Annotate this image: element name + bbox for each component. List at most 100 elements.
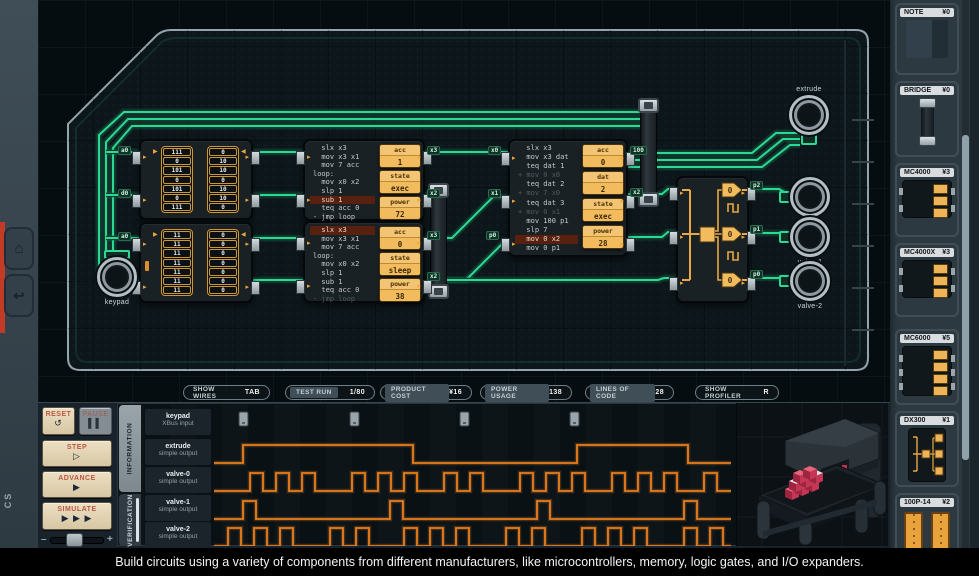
undo-button[interactable]: ↩ [4,274,34,317]
svg-text:0: 0 [728,276,733,285]
signal-type: XBus input [145,420,211,427]
pin-label: x2 [427,272,440,281]
valve-0-port [790,177,830,217]
signal-label-valve-0: valve-0simple output [145,467,211,493]
simulate-button[interactable]: SIMULATE▶ ▶ ▶ [42,502,112,530]
register-value: sleep [380,264,420,276]
status-pill-show-profiler[interactable]: SHOW PROFILERR [695,385,779,400]
mc4000-chip-1[interactable]: ▸▸▸▸ slx x3 mov x3 x1 mov 7 accloop: mov… [303,139,425,221]
pin-label: x2 [427,189,440,198]
code-line: teq dat 3 [515,199,578,208]
speed-slider-thumb[interactable] [66,533,83,547]
rom-chip-2[interactable]: ▸▸▸▸11111111111111▶0000000◀ [139,222,253,303]
status-pill-test-run[interactable]: TEST RUN1/80 [285,385,375,400]
code-listing[interactable]: slx x3 mov x3 x1 mov 7 accloop: mov x0 x… [310,226,375,303]
pin-arrow-icon: ▸ [417,280,421,294]
part-card-dx300[interactable]: DX300¥1 [895,411,959,487]
status-pill-label: POWER USAGE [485,384,549,402]
status-pill-show-wires[interactable]: SHOW WIRESTAB [183,385,270,400]
svg-text:0: 0 [728,186,733,195]
pin-arrow-icon: ▸ [245,151,249,165]
rom-column[interactable]: 01010010100 [207,146,239,213]
code-line: mov 0 p1 [515,244,578,253]
dx300-chip[interactable]: 0 0 0 ▸▸▸▸▸▸ [676,176,749,303]
part-card-header: MC6000¥5 [900,334,954,343]
pin-arrow-icon: ▸ [143,194,147,208]
status-pill-product-cost[interactable]: PRODUCT COST¥16 [380,385,472,400]
part-card-bridge[interactable]: BRIDGE¥0 [895,81,959,157]
reset-button[interactable]: RESET↺ [42,407,75,435]
home-button[interactable]: ⌂ [4,227,34,270]
register-name: power [380,279,420,290]
part-card-mc4000[interactable]: MC4000¥3 [895,163,959,237]
part-card-header: NOTE¥0 [900,8,954,17]
pin-arrow-icon: ▸ [307,280,311,294]
note-preview [906,20,948,58]
part-card-mc4000x[interactable]: MC4000X¥3 [895,243,959,317]
rom-column[interactable]: 111010101010111 [161,146,193,213]
pin-arrow-icon: ▸ [143,151,147,165]
chip-pin [669,187,678,201]
mc6000-chip[interactable]: ▸▸▸▸▸▸ slx x3 mov x3 dat teq dat 1+ mov … [508,139,628,257]
pin-arrow-icon: ▸ [512,238,516,252]
chip-pin [251,194,260,208]
code-line: mov 100 p1 [515,217,578,226]
pin-arrow-icon: ▸ [620,195,624,209]
keypad-port [97,257,137,297]
tab-information[interactable]: INFORMATION [119,405,141,492]
rom-cell: 11 [163,231,191,239]
code-line: mov 0 x2 [515,235,578,244]
code-line: mov x3 x1 [310,153,375,162]
code-line: teq acc 0 [310,204,375,213]
pin-arrow-icon: ▸ [512,195,516,209]
pin-arrow-icon: ▸ [680,187,684,201]
button-label: STEP [43,444,111,451]
part-card-mc6000[interactable]: MC6000¥5 [895,329,959,405]
mc4000-chip-2[interactable]: ▸▸▸▸ slx x3 mov x3 x1 mov 7 accloop: mov… [303,221,425,303]
part-preview [897,180,957,232]
rom-chip-1[interactable]: ▸▸▸▸111010101010111▶01010010100◀ [139,139,253,220]
dx300-internal-diagram: 0 0 0 [678,178,747,301]
pin-arrow-icon: ▸ [417,237,421,251]
part-card-100p-14[interactable]: 100P-14¥2 [895,493,959,548]
pin-arrow-icon: ▸ [307,194,311,208]
status-pill-value: ¥16 [449,389,471,396]
status-pill-label: SHOW WIRES [184,386,245,400]
status-pill-lines-of-code[interactable]: LINES OF CODE28 [585,385,674,400]
rom-column[interactable]: 11111111111111 [161,229,193,296]
part-price: ¥3 [942,169,950,176]
tab-scrollbar[interactable] [136,498,139,542]
part-preview [897,428,957,482]
register-column: acc0dat2stateexecpower28 [582,144,624,249]
part-card-note[interactable]: NOTE¥0 [895,3,959,75]
rom-cell: 11 [163,277,191,285]
code-line: slp 1 [310,187,375,196]
bridge-preview [921,101,934,143]
extrude-port [789,95,829,135]
register-state: stateexec [379,170,421,194]
code-listing[interactable]: slx x3 mov x3 dat teq dat 1+ mov 0 x0 te… [515,144,578,253]
part-preview [897,260,957,312]
step-button[interactable]: STEP▷ [42,440,112,467]
signal-type: simple output [145,478,211,485]
slider-plus[interactable]: + [107,534,113,545]
register-state: statesleep [379,252,421,276]
code-line: slx x3 [310,144,375,153]
slider-minus[interactable]: – [41,534,47,545]
advance-button[interactable]: ADVANCE▶ [42,471,112,498]
status-pill-value: 138 [549,389,571,396]
mc4000-preview [902,180,952,218]
sidebar-scrollbar-thumb[interactable] [962,135,969,460]
rom-column[interactable]: 0000000 [207,229,239,296]
rom-pointer-icon: ▶ [153,231,158,238]
code-listing[interactable]: slx x3 mov x3 x1 mov 7 accloop: mov x0 x… [310,144,375,221]
pause-icon: ▌▌ [80,418,111,429]
register-value: 2 [583,183,623,195]
register-name: power [380,197,420,208]
register-state: stateexec [582,198,624,222]
status-pill-power-usage[interactable]: POWER USAGE138 [480,385,572,400]
part-card-header: MC4000¥3 [900,168,954,177]
chip-pin [296,194,305,208]
part-name: 100P-14 [904,499,930,506]
register-value: 38 [380,290,420,302]
